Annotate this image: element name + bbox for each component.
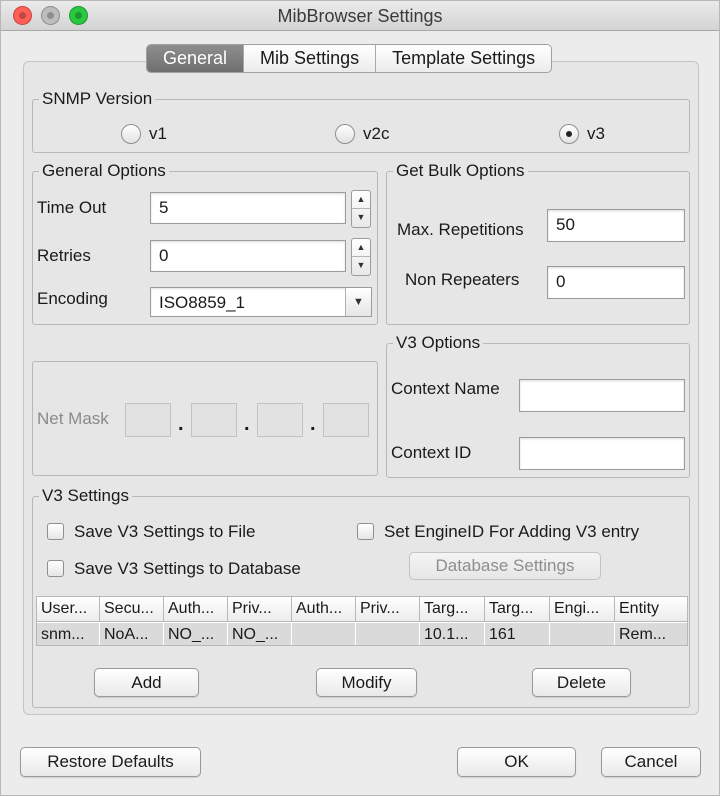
encoding-selected-value: ISO8859_1 [159, 293, 246, 312]
net-mask-octet-2 [191, 403, 237, 437]
table-cell: NoA... [100, 623, 164, 645]
net-mask-octet-4 [323, 403, 369, 437]
retries-increment-icon[interactable]: ▲ [352, 239, 370, 257]
title-bar[interactable]: MibBrowser Settings [1, 1, 719, 31]
database-settings-button[interactable]: Database Settings [409, 552, 601, 580]
get-bulk-options-group: Get Bulk Options Max. Repetitions 50 Non… [386, 161, 690, 325]
column-header[interactable]: Priv... [228, 597, 292, 621]
table-cell: Rem... [615, 623, 687, 645]
net-mask-dot-2: . [244, 413, 250, 435]
save-v3-to-file-label: Save V3 Settings to File [74, 522, 256, 541]
snmp-version-legend: SNMP Version [39, 89, 156, 109]
ok-button[interactable]: OK [457, 747, 576, 777]
radio-v3[interactable] [559, 124, 579, 144]
save-v3-to-database-checkbox[interactable] [47, 560, 64, 577]
delete-button[interactable]: Delete [532, 668, 631, 697]
column-header[interactable]: Entity [615, 597, 687, 621]
table-cell [356, 623, 420, 645]
encoding-select[interactable]: ISO8859_1 ▼ [150, 287, 372, 317]
context-name-input[interactable] [519, 379, 685, 412]
context-name-label: Context Name [391, 379, 500, 398]
table-cell: snm... [37, 623, 100, 645]
retries-stepper[interactable]: ▲ ▼ [351, 238, 371, 276]
max-repetitions-input[interactable]: 50 [547, 209, 685, 242]
timeout-input[interactable]: 5 [150, 192, 346, 224]
radio-v1[interactable] [121, 124, 141, 144]
non-repeaters-input[interactable]: 0 [547, 266, 685, 299]
context-id-input[interactable] [519, 437, 685, 470]
general-options-legend: General Options [39, 161, 169, 181]
restore-defaults-button[interactable]: Restore Defaults [20, 747, 201, 777]
timeout-decrement-icon[interactable]: ▼ [352, 209, 370, 227]
retries-label: Retries [37, 246, 91, 265]
net-mask-octet-3 [257, 403, 303, 437]
radio-v1-label: v1 [149, 124, 167, 143]
retries-input[interactable]: 0 [150, 240, 346, 272]
timeout-label: Time Out [37, 198, 107, 217]
table-row[interactable]: snm... NoA... NO_... NO_... 10.1... 161 … [37, 623, 687, 645]
non-repeaters-label: Non Repeaters [405, 270, 520, 289]
column-header[interactable]: Priv... [356, 597, 420, 621]
window-title: MibBrowser Settings [277, 6, 443, 26]
general-options-group: General Options Time Out 5 ▲ ▼ Retries 0… [32, 161, 378, 325]
set-engine-id-checkbox[interactable] [357, 523, 374, 540]
column-header[interactable]: Auth... [292, 597, 356, 621]
encoding-label: Encoding [37, 289, 108, 308]
radio-v2c[interactable] [335, 124, 355, 144]
chevron-down-icon: ▼ [345, 288, 371, 316]
column-header[interactable]: Auth... [164, 597, 228, 621]
table-cell: 10.1... [420, 623, 485, 645]
v3-options-legend: V3 Options [393, 333, 484, 353]
v3-users-table[interactable]: User... Secu... Auth... Priv... Auth... … [36, 596, 688, 646]
column-header[interactable]: Targ... [420, 597, 485, 621]
net-mask-octet-1 [125, 403, 171, 437]
net-mask-label: Net Mask [37, 409, 109, 428]
table-cell [292, 623, 356, 645]
modify-button[interactable]: Modify [316, 668, 417, 697]
radio-v2c-label: v2c [363, 124, 390, 143]
context-id-label: Context ID [391, 443, 472, 462]
retries-decrement-icon[interactable]: ▼ [352, 257, 370, 275]
general-tab-panel: SNMP Version v1 v2c v3 General Options T… [23, 61, 699, 715]
set-engine-id-label: Set EngineID For Adding V3 entry [384, 522, 640, 541]
net-mask-dot-3: . [310, 413, 316, 435]
save-v3-to-file-checkbox[interactable] [47, 523, 64, 540]
table-cell: NO_... [228, 623, 292, 645]
snmp-version-group: SNMP Version v1 v2c v3 [32, 89, 690, 153]
column-header[interactable]: Engi... [550, 597, 615, 621]
table-header-row: User... Secu... Auth... Priv... Auth... … [37, 597, 687, 622]
v3-options-group: V3 Options Context Name Context ID [386, 333, 690, 478]
settings-window: MibBrowser Settings General Mib Settings… [0, 0, 720, 796]
table-cell: 161 [485, 623, 550, 645]
table-cell [550, 623, 615, 645]
radio-v3-label: v3 [587, 124, 605, 143]
net-mask-dot-1: . [178, 413, 184, 435]
tab-general[interactable]: General [147, 45, 245, 72]
tab-bar: General Mib Settings Template Settings [146, 44, 553, 73]
timeout-increment-icon[interactable]: ▲ [352, 191, 370, 209]
add-button[interactable]: Add [94, 668, 199, 697]
column-header[interactable]: Targ... [485, 597, 550, 621]
cancel-button[interactable]: Cancel [601, 747, 701, 777]
timeout-stepper[interactable]: ▲ ▼ [351, 190, 371, 228]
tab-template-settings[interactable]: Template Settings [376, 45, 551, 72]
v3-settings-legend: V3 Settings [39, 486, 132, 506]
column-header[interactable]: Secu... [100, 597, 164, 621]
table-cell: NO_... [164, 623, 228, 645]
net-mask-group: Net Mask . . . [32, 361, 378, 476]
get-bulk-options-legend: Get Bulk Options [393, 161, 528, 181]
save-v3-to-database-label: Save V3 Settings to Database [74, 559, 301, 578]
tab-mib-settings[interactable]: Mib Settings [244, 45, 377, 72]
max-repetitions-label: Max. Repetitions [397, 220, 524, 239]
column-header[interactable]: User... [37, 597, 100, 621]
